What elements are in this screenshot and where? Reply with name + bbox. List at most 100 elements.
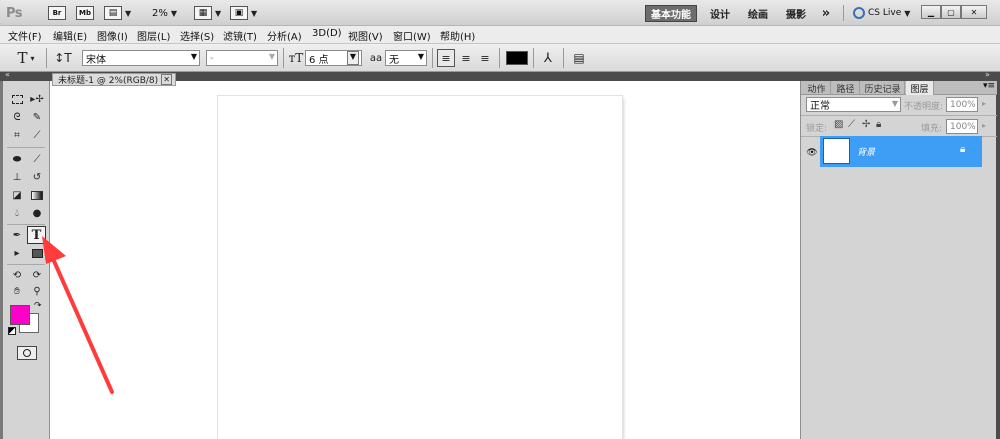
menu-window[interactable]: 窗口(W)	[393, 28, 431, 43]
blur-tool[interactable]: 💧︎	[8, 205, 26, 221]
healing-brush-tool[interactable]: ⬬	[8, 151, 26, 167]
opacity-input[interactable]: 100%	[946, 97, 978, 112]
lock-position-icon[interactable]: ✢	[862, 119, 870, 130]
history-brush-tool[interactable]: ↺	[28, 169, 46, 185]
lock-image-icon[interactable]: ⟋	[848, 119, 855, 130]
workspace-essentials[interactable]: 基本功能	[645, 5, 697, 22]
menu-layer[interactable]: 图层(L)	[137, 28, 170, 43]
launch-bridge-button[interactable]: Br	[48, 4, 66, 22]
hand-tool[interactable]: ✋︎	[8, 283, 26, 299]
layer-name: 背景	[857, 148, 876, 158]
foreground-color-swatch[interactable]	[10, 305, 30, 325]
quick-selection-icon: ✎	[32, 111, 42, 123]
collapse-panels-icon[interactable]: »	[985, 70, 990, 79]
menu-filter[interactable]: 滤镜(T)	[223, 28, 257, 43]
menu-select[interactable]: 选择(S)	[180, 28, 214, 43]
collapse-toolbox-icon[interactable]: «	[5, 70, 10, 79]
opacity-arrow-icon[interactable]: ▸	[982, 99, 986, 108]
document-canvas[interactable]	[218, 96, 622, 439]
default-colors-icon[interactable]	[8, 327, 16, 335]
menu-edit[interactable]: 编辑(E)	[53, 28, 87, 43]
more-workspaces-button[interactable]: »	[817, 5, 835, 22]
screen-mode-button[interactable]: ▣ ▼	[230, 4, 257, 22]
tab-actions[interactable]: 动作	[803, 81, 831, 95]
text-orientation-button[interactable]: ↕T	[54, 49, 72, 67]
document-tab[interactable]: 未标题-1 @ 2%(RGB/8) ✕	[52, 73, 176, 86]
align-right-button[interactable]: ≡	[476, 49, 494, 67]
align-center-icon: ≡	[461, 51, 471, 65]
layer-row-background[interactable]: 背景 🔒︎	[820, 136, 982, 167]
path-select-icon: ▸	[14, 247, 20, 259]
close-button[interactable]: ✕	[961, 5, 987, 19]
clone-stamp-tool[interactable]: ⊥	[8, 169, 26, 185]
dodge-tool[interactable]: ●	[28, 205, 46, 221]
eyedropper-tool[interactable]: ⟋	[28, 127, 46, 143]
workspace-painting[interactable]: 绘画	[743, 5, 773, 22]
text-color-swatch[interactable]	[506, 51, 528, 65]
close-document-icon[interactable]: ✕	[161, 74, 172, 85]
divider	[283, 48, 284, 68]
tool-preset-picker[interactable]: T ▾	[12, 49, 40, 67]
fill-arrow-icon[interactable]: ▸	[982, 121, 986, 130]
blend-mode-select[interactable]: 正常 ▼	[806, 97, 901, 112]
menu-view[interactable]: 视图(V)	[348, 28, 383, 43]
quick-selection-tool[interactable]: ✎	[28, 109, 46, 125]
workspace-photography[interactable]: 摄影	[781, 5, 811, 22]
zoom-level-dropdown[interactable]: 2% ▼	[152, 4, 177, 22]
gradient-tool[interactable]	[28, 187, 46, 203]
font-family-value: 宋体	[86, 54, 106, 66]
font-style-select[interactable]: - ▼	[206, 50, 278, 66]
antialias-value: 无	[389, 54, 399, 66]
align-left-button[interactable]: ≡	[437, 49, 455, 67]
menu-file[interactable]: 文件(F)	[8, 28, 42, 43]
character-panel-icon: ▤	[573, 51, 585, 65]
toggle-panels-button[interactable]: ▤	[570, 49, 588, 67]
lock-all-icon[interactable]: 🔒︎	[876, 119, 881, 130]
zoom-level-value: 2%	[152, 7, 168, 19]
quick-mask-button[interactable]	[17, 346, 37, 360]
menu-help[interactable]: 帮助(H)	[440, 28, 475, 43]
view-extras-button[interactable]: ▤ ▼	[104, 4, 131, 22]
layer-visibility-toggle[interactable]: 👁︎	[804, 139, 820, 167]
arrange-documents-icon: ▦	[194, 6, 212, 20]
menu-3d[interactable]: 3D(D)	[312, 28, 342, 39]
align-center-button[interactable]: ≡	[457, 49, 475, 67]
crop-icon: ⌗	[14, 129, 20, 141]
path-selection-tool[interactable]: ▸	[8, 245, 26, 261]
bandage-icon: ⬬	[12, 153, 22, 165]
antialias-select[interactable]: 无 ▼	[385, 50, 427, 66]
pen-tool[interactable]: ✒	[8, 227, 26, 243]
align-right-icon: ≡	[480, 51, 490, 65]
drop-icon: 💧︎	[15, 207, 19, 219]
move-tool[interactable]: ▸✢	[28, 91, 46, 107]
font-size-select[interactable]: 6 点 ▼	[305, 50, 362, 66]
arrange-documents-button[interactable]: ▦ ▼	[194, 4, 221, 22]
history-brush-icon: ↺	[32, 171, 42, 183]
lasso-tool[interactable]: ᘓ	[8, 109, 26, 125]
layer-lock-icon: 🔒︎	[960, 144, 966, 155]
font-family-select[interactable]: 宋体 ▼	[82, 50, 200, 66]
maximize-button[interactable]: ▢	[941, 5, 961, 19]
document-tab-title: 未标题-1 @ 2%(RGB/8)	[58, 76, 159, 86]
crop-tool[interactable]: ⌗	[8, 127, 26, 143]
cs-live-button[interactable]: CS Live ▼	[853, 4, 910, 22]
minimize-button[interactable]: ▁	[921, 5, 941, 19]
chevron-down-icon: ▼	[346, 51, 359, 65]
lock-transparent-icon[interactable]: ▨	[834, 119, 843, 130]
3d-rotate-icon: ⟲	[12, 269, 22, 281]
launch-minibridge-button[interactable]: Mb	[76, 4, 94, 22]
fill-input[interactable]: 100%	[946, 119, 978, 134]
tab-layers[interactable]: 图层	[906, 81, 934, 95]
3d-rotate-tool[interactable]: ⟲	[8, 267, 26, 283]
marquee-tool[interactable]	[8, 91, 26, 107]
warp-text-button[interactable]: ⅄	[539, 49, 557, 67]
panel-menu-icon[interactable]: ▾≡	[983, 81, 995, 91]
tab-history[interactable]: 历史记录	[861, 81, 905, 95]
menu-analysis[interactable]: 分析(A)	[267, 28, 302, 43]
eye-icon: 👁︎	[806, 148, 818, 158]
eraser-tool[interactable]: ◪	[8, 187, 26, 203]
brush-tool[interactable]: ⟋	[28, 151, 46, 167]
workspace-design[interactable]: 设计	[705, 5, 735, 22]
tab-paths[interactable]: 路径	[832, 81, 860, 95]
menu-image[interactable]: 图像(I)	[97, 28, 128, 43]
